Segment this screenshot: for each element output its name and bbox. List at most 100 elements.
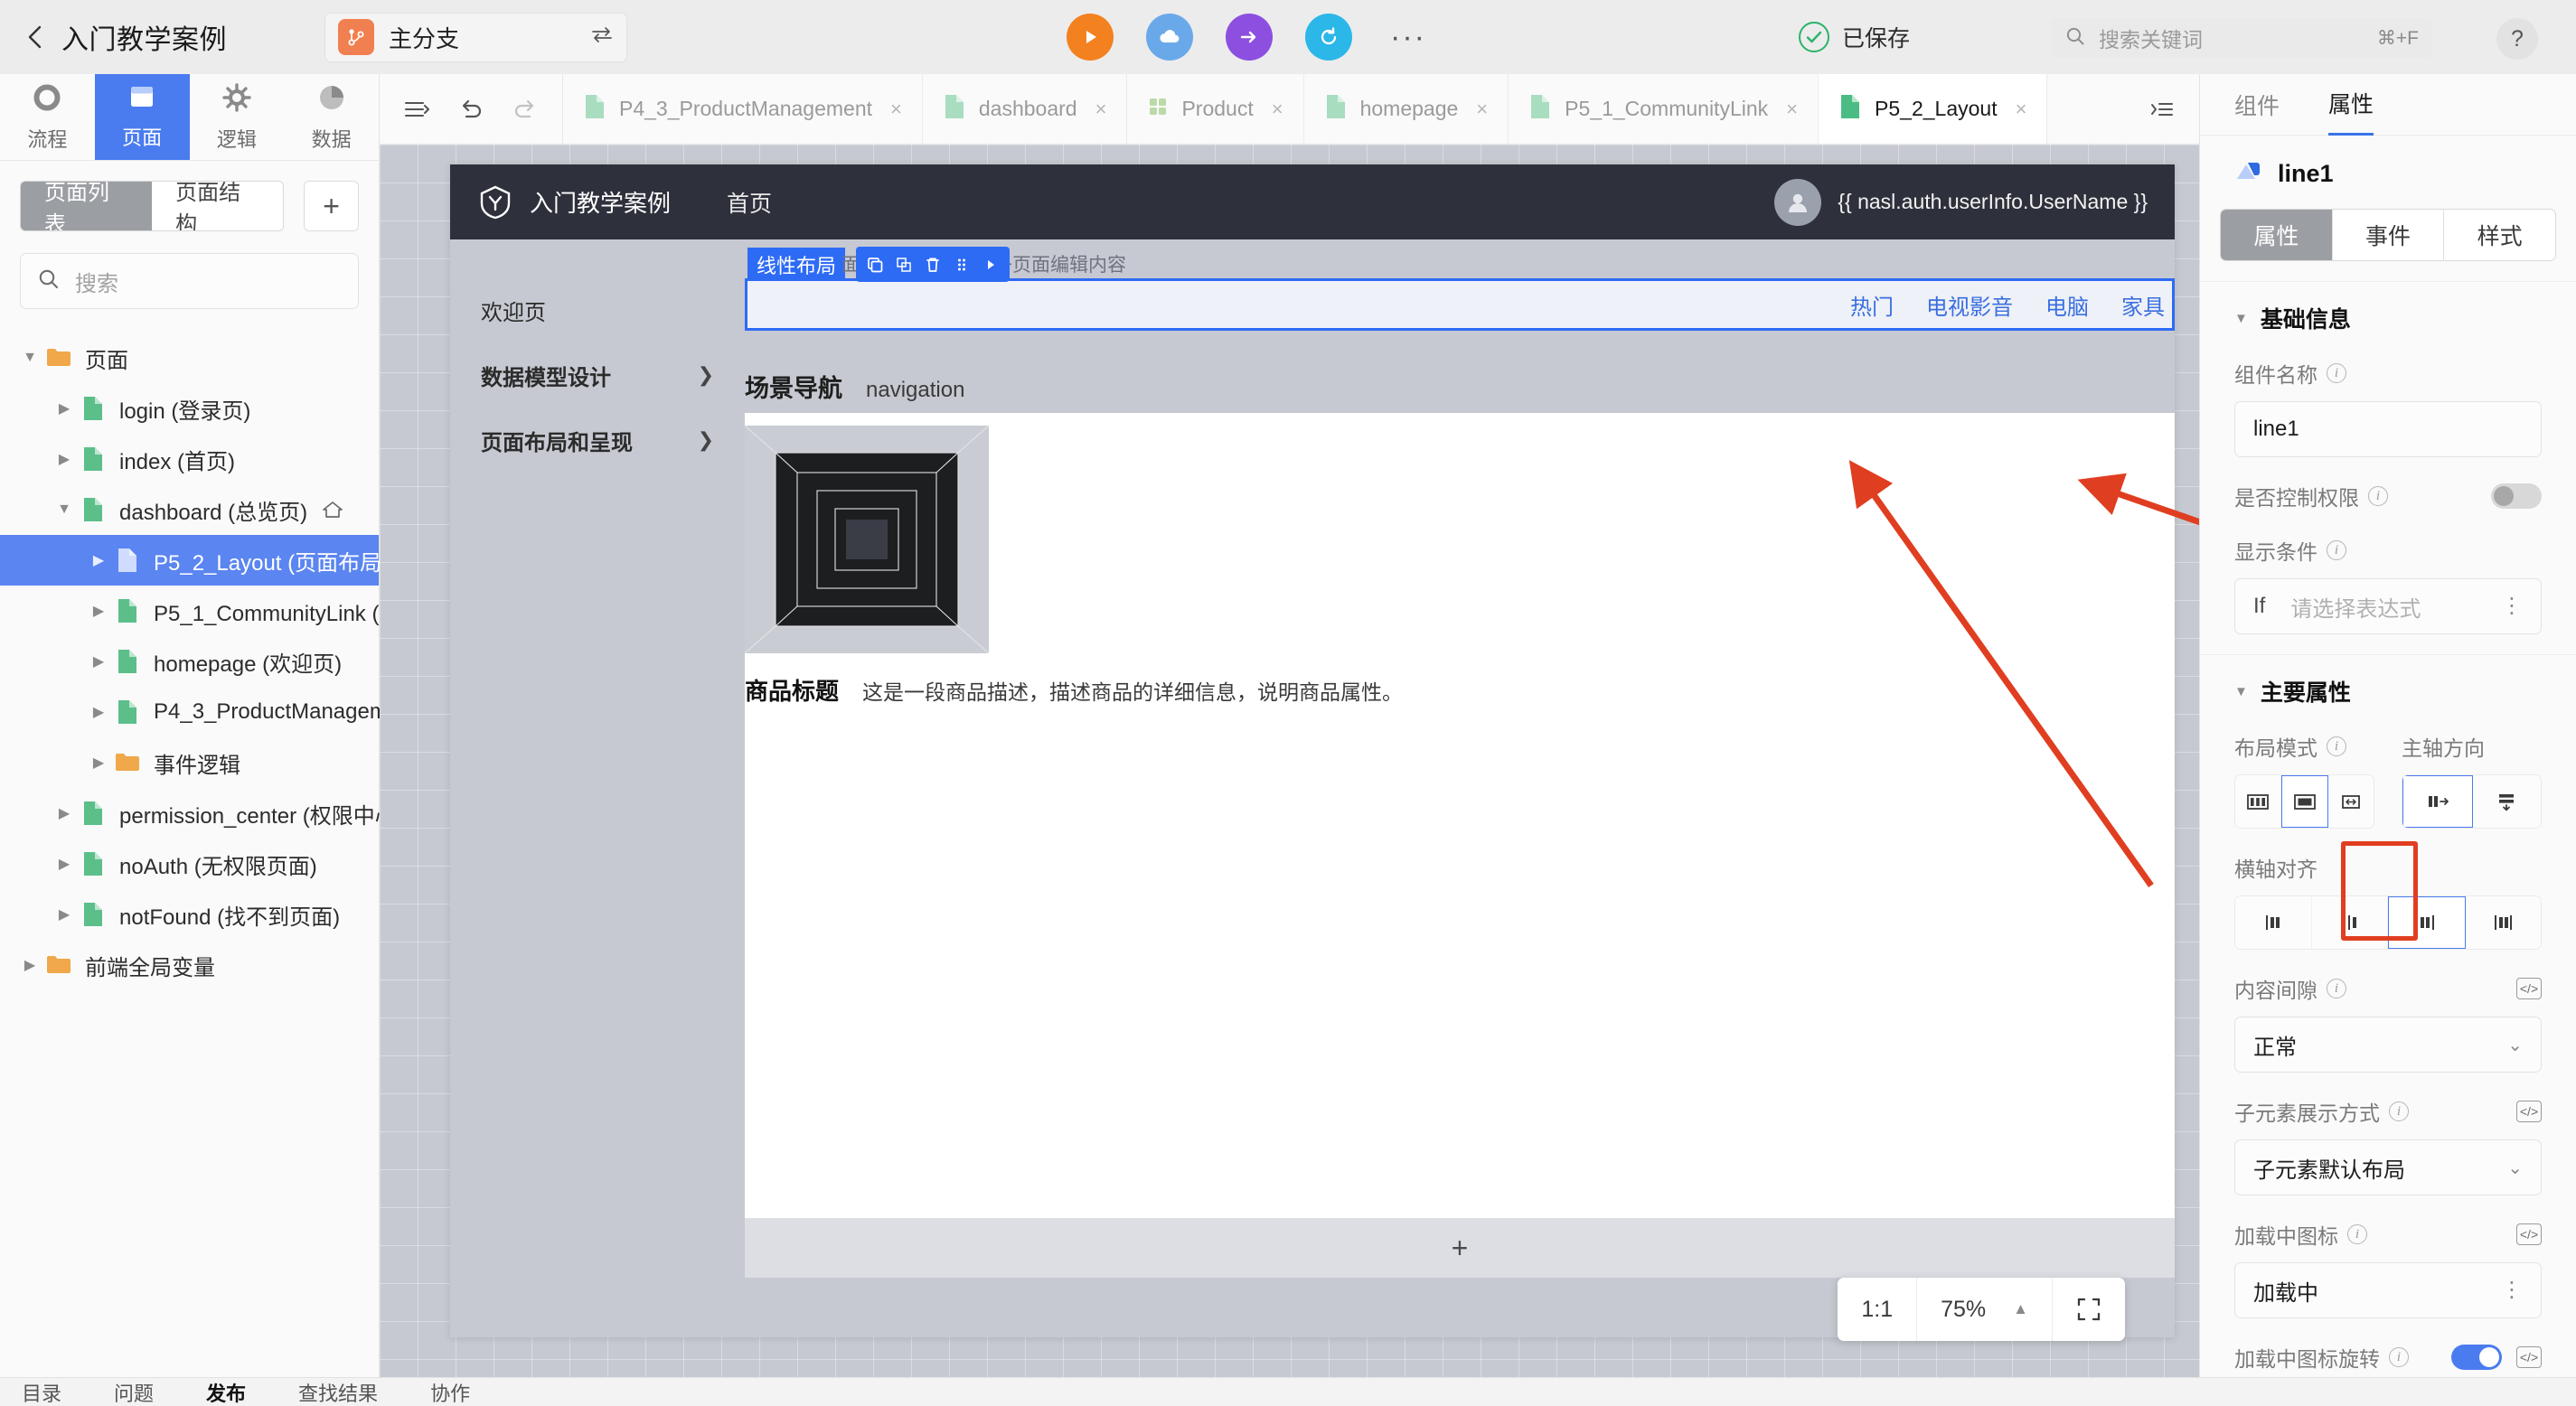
info-icon[interactable]: i [2368,486,2388,506]
zoom-level-select[interactable]: 75% ▲ [1917,1278,2053,1341]
tree-item-[interactable]: ▶ 前端全局变量 [0,940,379,990]
tree-item-dashboard[interactable]: ▼ dashboard (总览页) [0,484,379,535]
tree-item-homepage[interactable]: ▶ homepage (欢迎页) [0,636,379,687]
chevron-right-icon[interactable]: ▶ [51,804,78,822]
layout-block-icon[interactable] [2281,775,2328,828]
mode-tab-data[interactable]: 数据 [284,74,379,160]
close-icon[interactable]: × [1786,98,1798,121]
fit-screen-icon[interactable] [2053,1278,2125,1341]
editor-tab-p5_2_layout[interactable]: P5_2_Layout × [1819,74,2048,144]
sync-button[interactable] [1305,14,1352,61]
tree-item-[interactable]: ▼ 页面 [0,333,379,383]
tree-item-notfound[interactable]: ▶ notFound (找不到页面) [0,889,379,940]
axis-horizontal-icon[interactable] [2402,775,2473,828]
toggle-loading-spin[interactable] [2451,1345,2502,1370]
back-icon[interactable] [20,22,51,52]
code-icon[interactable]: </> [2516,978,2542,999]
section-basic-info-header[interactable]: ▼ 基础信息 [2234,302,2542,334]
chevron-right-icon[interactable]: ▶ [16,956,43,974]
info-icon[interactable]: i [2327,979,2346,998]
layout-flex-icon[interactable] [2328,775,2374,828]
add-page-button[interactable]: + [304,181,359,231]
cloud-button[interactable] [1146,14,1193,61]
nav-link-0[interactable]: 热门 [1850,289,1894,321]
select-content-gap[interactable]: 正常 ⌄ [2234,1017,2542,1073]
preview-nav-home[interactable]: 首页 [727,186,772,219]
nav-link-2[interactable]: 电脑 [2045,289,2089,321]
preview-sidebar-item-1[interactable]: 数据模型设计 ❯ [450,342,745,408]
sidebar-search-input[interactable]: 搜索 [20,253,359,309]
tree-item-p5_1_communitylink[interactable]: ▶ P5_1_CommunityLink (社区 [0,586,422,636]
duplicate-icon[interactable] [892,253,916,277]
more-vertical-icon[interactable]: ⋮ [2501,1279,2523,1301]
outline-icon[interactable] [403,98,430,121]
tree-item-p5_2_layout[interactable]: ▶ P5_2_Layout (页面布局) [0,535,389,586]
info-icon[interactable]: i [2327,540,2346,560]
align-center-icon[interactable] [2311,896,2388,949]
tree-item-[interactable]: ▶ 事件逻辑 [0,737,379,788]
editor-tab-product[interactable]: Product × [1127,74,1304,144]
info-icon[interactable]: i [2327,736,2346,756]
close-icon[interactable]: × [1095,98,1107,121]
subtab-events[interactable]: 事件 [2332,210,2445,260]
chevron-right-icon[interactable]: ▶ [51,855,78,873]
drag-icon[interactable] [950,253,973,277]
toggle-permission[interactable] [2491,483,2542,509]
align-stretch-icon[interactable] [2465,896,2541,949]
editor-tab-dashboard[interactable]: dashboard × [922,74,1128,144]
tree-item-login[interactable]: ▶ login (登录页) [0,383,379,434]
chevron-right-icon[interactable]: ▶ [85,703,112,721]
more-vertical-icon[interactable]: ⋮ [2501,595,2523,617]
canvas[interactable]: 入门教学案例 首页 {{ nasl.auth.userInfo.UserName… [380,145,2199,1406]
layout-columns-icon[interactable] [2235,775,2281,828]
subtab-styles[interactable]: 样式 [2444,210,2555,260]
undo-icon[interactable] [457,98,484,121]
chevron-down-icon[interactable]: ▼ [51,501,78,518]
chevron-down-icon[interactable]: ▼ [16,350,43,366]
close-icon[interactable]: × [1272,98,1283,121]
tab-page-structure[interactable]: 页面结构 [152,182,284,230]
more-icon[interactable] [979,253,1002,277]
editor-tab-p5_1_communitylink[interactable]: P5_1_CommunityLink × [1509,74,1819,144]
copy-icon[interactable] [863,253,887,277]
status-item-查找结果[interactable]: 查找结果 [298,1378,378,1406]
global-search[interactable]: 搜索关键词 ⌘+F [2052,18,2431,58]
chevron-right-icon[interactable]: ▶ [85,551,112,569]
code-icon[interactable]: </> [2516,1223,2542,1245]
delete-icon[interactable] [921,253,945,277]
align-start-icon[interactable] [2235,896,2312,949]
help-button[interactable]: ? [2496,18,2538,60]
chevron-right-icon[interactable]: ▶ [85,754,112,772]
input-component-name[interactable]: line1 [2234,401,2542,457]
chevron-right-icon[interactable]: ▶ [51,399,78,417]
info-icon[interactable]: i [2327,363,2346,383]
info-icon[interactable]: i [2347,1224,2367,1244]
select-child-display[interactable]: 子元素默认布局 ⌄ [2234,1139,2542,1195]
tree-item-p4_3_productmanagemen[interactable]: ▶ P4_3_ProductManagemen [0,687,412,737]
mode-tab-page[interactable]: 页面 [94,74,190,160]
close-icon[interactable]: × [2016,98,2027,121]
zoom-ratio-button[interactable]: 1:1 [1838,1278,1918,1341]
close-icon[interactable]: × [1476,98,1488,121]
input-display-condition[interactable]: If 请选择表达式 ⋮ [2234,578,2542,634]
publish-button[interactable] [1226,14,1273,61]
tab-properties[interactable]: 属性 [2328,74,2374,136]
info-icon[interactable]: i [2389,1101,2409,1121]
chevron-right-icon[interactable]: ▶ [51,450,78,468]
tab-list-icon[interactable] [2125,74,2199,144]
tab-components[interactable]: 组件 [2234,74,2280,136]
axis-vertical-icon[interactable] [2472,775,2541,828]
info-icon[interactable]: i [2389,1347,2409,1367]
redo-icon[interactable] [512,98,539,121]
nav-link-3[interactable]: 家具 [2121,289,2165,321]
editor-tab-p4_3_productmanagement[interactable]: P4_3_ProductManagement × [563,74,923,144]
align-end-icon[interactable] [2388,896,2466,949]
code-icon[interactable]: </> [2516,1346,2542,1368]
mode-tab-flow[interactable]: 流程 [0,74,95,160]
tree-item-permission_center[interactable]: ▶ permission_center (权限中心) [0,788,404,839]
tree-item-noauth[interactable]: ▶ noAuth (无权限页面) [0,839,379,889]
more-horizontal-icon[interactable]: ··· [1385,14,1432,61]
status-item-协作[interactable]: 协作 [430,1378,470,1406]
close-icon[interactable]: × [890,98,902,121]
run-button[interactable] [1067,14,1114,61]
